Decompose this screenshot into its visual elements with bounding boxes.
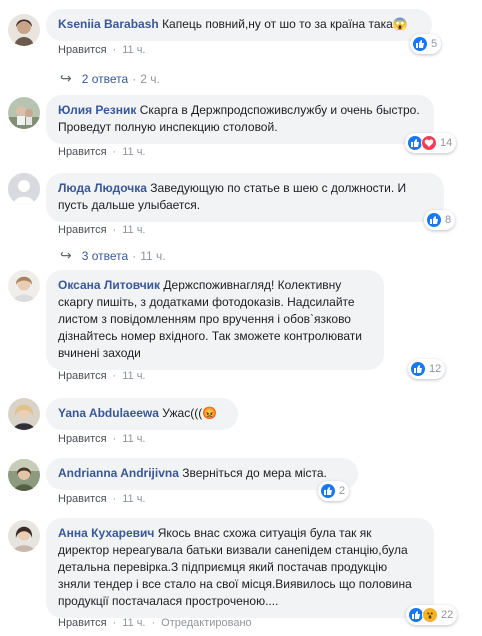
avatar[interactable] xyxy=(8,459,40,491)
replies-link[interactable]: 2 ответа xyxy=(82,72,128,86)
comment-text: Зверніться до мера міста. xyxy=(182,466,327,480)
view-replies[interactable]: ↪ 3 ответа · 11 ч. xyxy=(60,247,166,264)
comment-author[interactable]: Люда Людочка xyxy=(58,181,147,195)
separator-dot: · xyxy=(112,224,117,236)
avatar[interactable] xyxy=(8,270,40,302)
like-button[interactable]: Нравится xyxy=(58,44,107,56)
like-button[interactable]: Нравится xyxy=(58,370,107,382)
like-button[interactable]: Нравится xyxy=(58,493,107,505)
comment-actions: Нравится · 11 ч. xyxy=(58,224,145,236)
thumbs-up-icon xyxy=(426,212,442,228)
comment-bubble: Люда Людочка Заведующую по статье в шею … xyxy=(46,173,444,222)
avatar[interactable] xyxy=(8,14,40,46)
comment-actions: Нравится · 11 ч. xyxy=(58,433,145,445)
reaction-count: 8 xyxy=(445,214,452,226)
comment-actions: Нравится · 11 ч. · Отредактировано xyxy=(58,617,252,629)
comment-time[interactable]: 11 ч. xyxy=(122,617,145,629)
comment-bubble: Yana Abdulaeewa Ужас(((😡 xyxy=(46,398,238,430)
replies-time: 11 ч. xyxy=(140,248,166,263)
comment-bubble: Andrianna Andrijivna Зверніться до мера … xyxy=(46,458,358,490)
view-replies[interactable]: ↪ 2 ответа · 2 ч. xyxy=(60,70,160,87)
comment-author[interactable]: Анна Кухаревич xyxy=(58,526,154,540)
reaction-summary[interactable]: 22 xyxy=(406,605,458,625)
comment-bubble: Юлия Резник Скарга в Держпродспоживслужб… xyxy=(46,95,434,144)
reply-arrow-icon: ↪ xyxy=(60,247,72,263)
separator-dot: · xyxy=(132,71,137,86)
comment-actions: Нравится · 11 ч. xyxy=(58,493,145,505)
reaction-count: 22 xyxy=(441,609,454,621)
like-button[interactable]: Нравится xyxy=(58,617,107,629)
reaction-summary[interactable]: 12 xyxy=(408,359,446,379)
like-button[interactable]: Нравится xyxy=(58,224,107,236)
thumbs-up-icon xyxy=(320,483,336,499)
reaction-count: 2 xyxy=(339,485,346,497)
comment-actions: Нравится · 11 ч. xyxy=(58,44,145,56)
thumbs-up-icon xyxy=(410,361,426,377)
reaction-count: 12 xyxy=(429,363,442,375)
comment-author[interactable]: Оксана Литовчик xyxy=(58,278,160,292)
comment-text: Капець повний,ну от шо то за країна така… xyxy=(162,17,408,31)
comment-bubble: Kseniia Barabash Капець повний,ну от шо … xyxy=(46,9,432,41)
separator-dot: · xyxy=(112,617,117,629)
avatar[interactable] xyxy=(8,173,40,205)
comment-text: Ужас(((😡 xyxy=(162,406,218,420)
comment-author[interactable]: Юлия Резник xyxy=(58,103,136,117)
comment-actions: Нравится · 11 ч. xyxy=(58,146,145,158)
comment-time[interactable]: 11 ч. xyxy=(122,224,145,236)
separator-dot: · xyxy=(112,433,117,445)
comment-time[interactable]: 11 ч. xyxy=(122,433,145,445)
reaction-summary[interactable]: 14 xyxy=(405,133,457,153)
avatar[interactable] xyxy=(8,97,40,129)
separator-dot: · xyxy=(112,370,117,382)
comment-time[interactable]: 11 ч. xyxy=(122,493,145,505)
comment-author[interactable]: Yana Abdulaeewa xyxy=(58,406,159,420)
comment-author[interactable]: Andrianna Andrijivna xyxy=(58,466,179,480)
comment-bubble: Оксана Литовчик Держспоживнагляд! Колект… xyxy=(46,270,384,370)
reaction-summary[interactable]: 2 xyxy=(318,481,350,501)
avatar[interactable] xyxy=(8,398,40,430)
reaction-summary[interactable]: 8 xyxy=(424,210,456,230)
like-button[interactable]: Нравится xyxy=(58,146,107,158)
comment-author[interactable]: Kseniia Barabash xyxy=(58,17,159,31)
replies-link[interactable]: 3 ответа xyxy=(82,249,128,263)
like-button[interactable]: Нравится xyxy=(58,433,107,445)
edited-label[interactable]: Отредактировано xyxy=(161,617,252,629)
avatar[interactable] xyxy=(8,520,40,552)
separator-dot: · xyxy=(151,617,156,629)
separator-dot: · xyxy=(112,493,117,505)
comment-time[interactable]: 11 ч. xyxy=(122,44,145,56)
separator-dot: · xyxy=(112,146,117,158)
comment-actions: Нравится · 11 ч. xyxy=(58,370,145,382)
reaction-count: 14 xyxy=(440,137,453,149)
heart-icon xyxy=(421,135,437,151)
comment-time[interactable]: 11 ч. xyxy=(122,146,145,158)
reaction-summary[interactable]: 5 xyxy=(410,34,442,54)
wow-icon xyxy=(422,607,438,623)
reaction-count: 5 xyxy=(431,38,438,50)
comment-time[interactable]: 11 ч. xyxy=(122,370,145,382)
separator-dot: · xyxy=(132,248,137,263)
thumbs-up-icon xyxy=(412,36,428,52)
reply-arrow-icon: ↪ xyxy=(60,70,72,86)
comment-bubble: Анна Кухаревич Якось внас схожа ситуація… xyxy=(46,518,434,618)
separator-dot: · xyxy=(112,44,117,56)
replies-time: 2 ч. xyxy=(140,71,160,86)
